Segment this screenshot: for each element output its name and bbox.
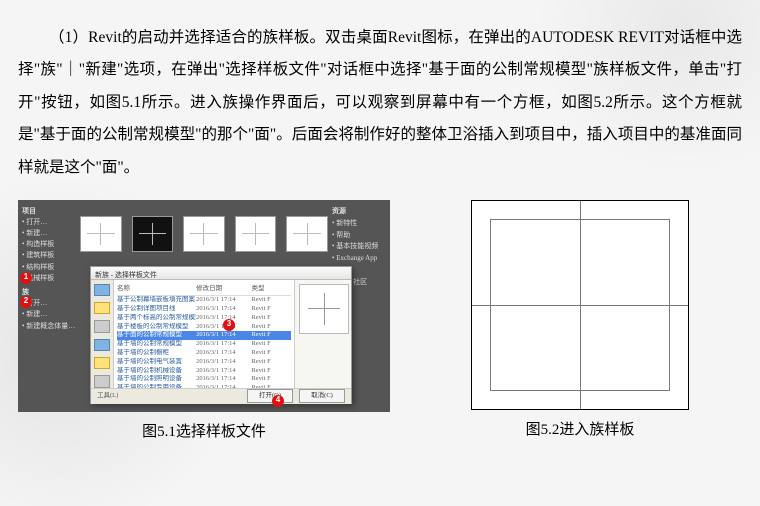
place-icon[interactable] (94, 357, 110, 369)
figures-row: 项目 • 打开… • 新建… • 构造样板 • 建筑样板 • 结构样板 • 机械… (18, 200, 742, 443)
tools-label[interactable]: 工具(L) (97, 389, 118, 403)
recent-thumbnails (80, 210, 328, 258)
marker-3: 3 (223, 319, 235, 331)
marker-1: 1 (20, 272, 32, 284)
list-item[interactable]: 基于墙的公制电气装置2016/3/1 17:14Revit F (117, 358, 291, 367)
thumb (286, 216, 328, 252)
list-item[interactable]: 基于公制幕墙嵌板填充图案2016/3/1 17:14Revit F (117, 296, 291, 305)
thumb (80, 216, 122, 252)
caption-5-1: 图5.1选择样板文件 (142, 422, 266, 443)
screenshot-5-1: 项目 • 打开… • 新建… • 构造样板 • 建筑样板 • 结构样板 • 机械… (18, 200, 390, 412)
list-item[interactable]: 基于墙的公制橱柜2016/3/1 17:14Revit F (117, 349, 291, 358)
thumb (235, 216, 277, 252)
right-panel-title: 资源 (332, 206, 386, 218)
marker-2: 2 (20, 296, 32, 308)
face-rectangle (490, 219, 670, 391)
place-icon[interactable] (94, 284, 110, 296)
list-item[interactable]: 基于墙的公制专用设备2016/3/1 17:14Revit F (117, 384, 291, 388)
file-list[interactable]: 名称 修改日期 类型 基于公制幕墙嵌板填充图案2016/3/1 17:14Rev… (114, 280, 295, 388)
list-item[interactable]: 基于墙的公制常规模型2016/3/1 17:14Revit F (117, 340, 291, 349)
figure-5-2: 图5.2进入族样板 (430, 200, 730, 441)
cancel-button[interactable]: 取消(C) (299, 389, 345, 403)
place-icon[interactable] (94, 339, 110, 351)
select-template-dialog: 新族 - 选择样板文件 名称 修改日期 类型 (90, 266, 352, 404)
place-icon[interactable] (94, 302, 110, 314)
thumb (132, 216, 174, 252)
list-item[interactable]: 基于楼板的公制常规模型2016/3/1 17:14Revit F (117, 323, 291, 332)
left-panel-family: 族 (22, 287, 76, 298)
list-item[interactable]: 基于两个标高的公制常规模型2016/3/1 17:14Revit F (117, 314, 291, 323)
place-icon[interactable] (94, 320, 110, 332)
list-item[interactable]: 基于墙的公制机械设备2016/3/1 17:14Revit F (117, 367, 291, 376)
marker-4: 4 (272, 395, 284, 407)
list-header: 名称 修改日期 类型 (117, 282, 291, 297)
thumb (183, 216, 225, 252)
main-paragraph: （1）Revit的启动并选择适合的族样板。双击桌面Revit图标，在弹出的AUT… (18, 22, 742, 185)
left-panel-title: 项目 (22, 206, 76, 217)
dialog-places-bar (91, 280, 114, 388)
list-rows: 基于公制幕墙嵌板填充图案2016/3/1 17:14Revit F基于公制详图项… (117, 296, 291, 387)
place-icon[interactable] (94, 375, 110, 387)
list-item[interactable]: 基于面的公制常规模型2016/3/1 17:14Revit F (117, 331, 291, 340)
screenshot-5-2 (471, 200, 689, 410)
dialog-bottom-bar: 工具(L) 打开(O) 取消(C) (91, 388, 351, 404)
dialog-titlebar: 新族 - 选择样板文件 (91, 267, 351, 280)
open-button[interactable]: 打开(O) (247, 389, 293, 403)
preview-thumbnail (299, 284, 349, 334)
caption-5-2: 图5.2进入族样板 (526, 420, 635, 441)
list-item[interactable]: 基于墙的公制照明设备2016/3/1 17:14Revit F (117, 375, 291, 384)
list-item[interactable]: 基于公制详图项目线2016/3/1 17:14Revit F (117, 305, 291, 314)
figure-5-1: 项目 • 打开… • 新建… • 构造样板 • 建筑样板 • 结构样板 • 机械… (18, 200, 390, 443)
page: （1）Revit的启动并选择适合的族样板。双击桌面Revit图标，在弹出的AUT… (0, 0, 760, 184)
preview-pane (295, 280, 351, 388)
